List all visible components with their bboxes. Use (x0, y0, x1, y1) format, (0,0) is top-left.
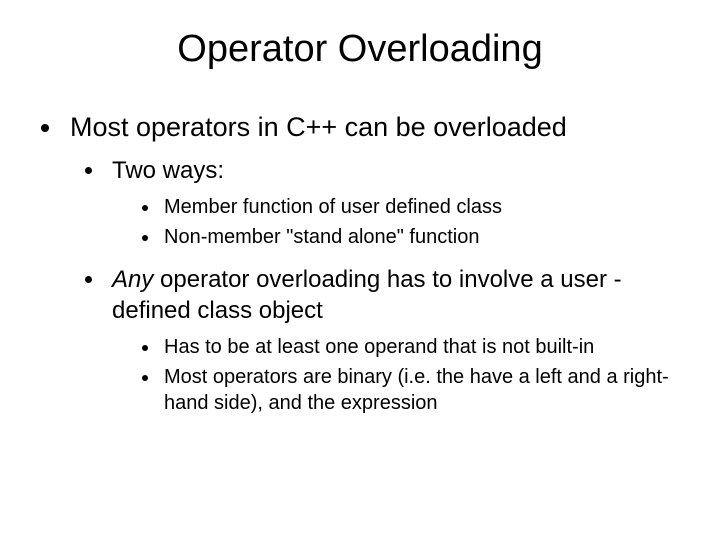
bullet-level3: Member function of user defined class (160, 194, 690, 220)
bullet-text: operator overloading has to involve a us… (112, 266, 622, 324)
bullet-level2: Two ways: (106, 155, 690, 186)
bullet-list: Most operators in C++ can be overloaded … (30, 111, 690, 416)
bullet-level3: Has to be at least one operand that is n… (160, 334, 690, 360)
slide-title: Operator Overloading (30, 28, 690, 71)
bullet-level3: Most operators are binary (i.e. the have… (160, 364, 690, 416)
bullet-level3: Non-member "stand alone" function (160, 224, 690, 250)
slide: Operator Overloading Most operators in C… (0, 0, 720, 540)
bullet-level2: Any operator overloading has to involve … (106, 264, 690, 326)
italic-word: Any (112, 266, 153, 293)
bullet-level1: Most operators in C++ can be overloaded (64, 111, 690, 145)
